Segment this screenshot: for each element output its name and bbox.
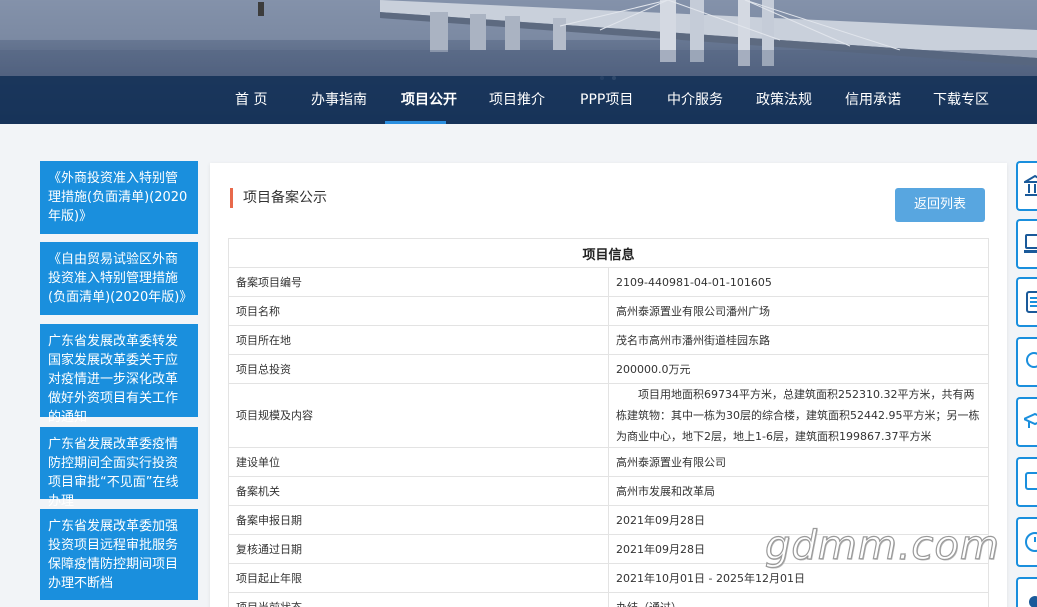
row-label: 备案申报日期 <box>228 505 609 535</box>
quick-settings-button[interactable] <box>1016 577 1037 607</box>
search-icon <box>1026 352 1037 368</box>
row-value: 2109-440981-04-01-101605 <box>608 267 989 297</box>
table-row: 备案项目编号 2109-440981-04-01-101605 <box>228 267 989 297</box>
row-value: 高州泰源置业有限公司潘州广场 <box>608 296 989 326</box>
quick-computer-button[interactable] <box>1016 219 1037 269</box>
sidebar-item-ftz-negative-list[interactable]: 《自由贸易试验区外商投资准入特别管理措施(负面清单)(2020年版)》 <box>40 242 198 315</box>
quick-chat-button[interactable] <box>1016 457 1037 507</box>
table-row: 建设单位 高州泰源置业有限公司 <box>228 447 989 477</box>
nav-intermediary-services[interactable]: 中介服务 <box>667 76 723 124</box>
nav-downloads[interactable]: 下载专区 <box>933 76 989 124</box>
computer-icon <box>1024 234 1037 253</box>
graduation-cap-icon <box>1024 412 1037 428</box>
row-value: 高州泰源置业有限公司 <box>608 447 989 477</box>
table-row: 备案机关 高州市发展和改革局 <box>228 476 989 506</box>
quick-bank-button[interactable] <box>1016 161 1037 211</box>
row-label: 项目名称 <box>228 296 609 326</box>
quick-clock-button[interactable] <box>1016 517 1037 567</box>
nav-project-disclosure[interactable]: 项目公开 <box>401 76 457 124</box>
table-row: 项目所在地 茂名市高州市潘州街道桂园东路 <box>228 325 989 355</box>
row-value: 项目用地面积69734平方米，总建筑面积252310.32平方米，共有两栋建筑物… <box>608 383 989 448</box>
clock-icon <box>1025 532 1037 552</box>
row-label: 项目总投资 <box>228 354 609 384</box>
section-title: 项目备案公示 <box>230 188 327 208</box>
gear-icon <box>1029 596 1037 607</box>
table-title: 项目信息 <box>228 238 989 268</box>
nav-credit-commitment[interactable]: 信用承诺 <box>845 76 901 124</box>
watermark-text: gdmm.com <box>764 522 1000 569</box>
row-label: 备案项目编号 <box>228 267 609 297</box>
row-label: 项目起止年限 <box>228 563 609 593</box>
table-row: 项目总投资 200000.0万元 <box>228 354 989 384</box>
row-label: 项目所在地 <box>228 325 609 355</box>
quick-search-button[interactable] <box>1016 337 1037 387</box>
back-to-list-button[interactable]: 返回列表 <box>895 188 985 222</box>
page-root: 首 页 办事指南 项目公开 项目推介 PPP项目 中介服务 政策法规 信用承诺 … <box>0 0 1037 607</box>
nav-ppp-projects[interactable]: PPP项目 <box>580 76 633 124</box>
sidebar-item-remote-approval[interactable]: 广东省发展改革委加强投资项目远程审批服务保障疫情防控期间项目办理不断档 <box>40 509 198 600</box>
row-label: 项目规模及内容 <box>228 383 609 448</box>
bank-icon <box>1024 174 1037 196</box>
row-label: 复核通过日期 <box>228 534 609 564</box>
nav-home[interactable]: 首 页 <box>235 76 267 124</box>
sidebar-item-foreign-projects-notice[interactable]: 广东省发展改革委转发国家发展改革委关于应对疫情进一步深化改革做好外资项目有关工作… <box>40 324 198 425</box>
sidebar-item-online-approval[interactable]: 广东省发展改革委疫情防控期间全面实行投资项目审批“不见面”在线办理 <box>40 427 198 509</box>
top-banner: 首 页 办事指南 项目公开 项目推介 PPP项目 中介服务 政策法规 信用承诺 … <box>0 0 1037 124</box>
row-label: 项目当前状态 <box>228 592 609 607</box>
nav-policies[interactable]: 政策法规 <box>756 76 812 124</box>
row-label: 建设单位 <box>228 447 609 477</box>
quick-document-button[interactable] <box>1016 277 1037 327</box>
nav-service-guide[interactable]: 办事指南 <box>311 76 367 124</box>
table-header-row: 项目信息 <box>228 238 989 268</box>
project-scale-text: 项目用地面积69734平方米，总建筑面积252310.32平方米，共有两栋建筑物… <box>616 388 980 443</box>
row-value: 茂名市高州市潘州街道桂园东路 <box>608 325 989 355</box>
table-row: 项目当前状态 办结（通过） <box>228 592 989 607</box>
row-value: 高州市发展和改革局 <box>608 476 989 506</box>
row-label: 备案机关 <box>228 476 609 506</box>
chat-icon <box>1025 472 1037 490</box>
nav-active-underline <box>385 121 446 124</box>
table-row: 项目规模及内容 项目用地面积69734平方米，总建筑面积252310.32平方米… <box>228 383 989 448</box>
document-list-icon <box>1026 291 1037 313</box>
sidebar-item-foreign-investment-negative-list[interactable]: 《外商投资准入特别管理措施(负面清单)(2020年版)》 <box>40 161 198 234</box>
table-row: 项目名称 高州泰源置业有限公司潘州广场 <box>228 296 989 326</box>
nav-project-promotion[interactable]: 项目推介 <box>489 76 545 124</box>
row-value: 办结（通过） <box>608 592 989 607</box>
row-value: 200000.0万元 <box>608 354 989 384</box>
quick-education-button[interactable] <box>1016 397 1037 447</box>
main-nav: 首 页 办事指南 项目公开 项目推介 PPP项目 中介服务 政策法规 信用承诺 … <box>0 76 1037 124</box>
